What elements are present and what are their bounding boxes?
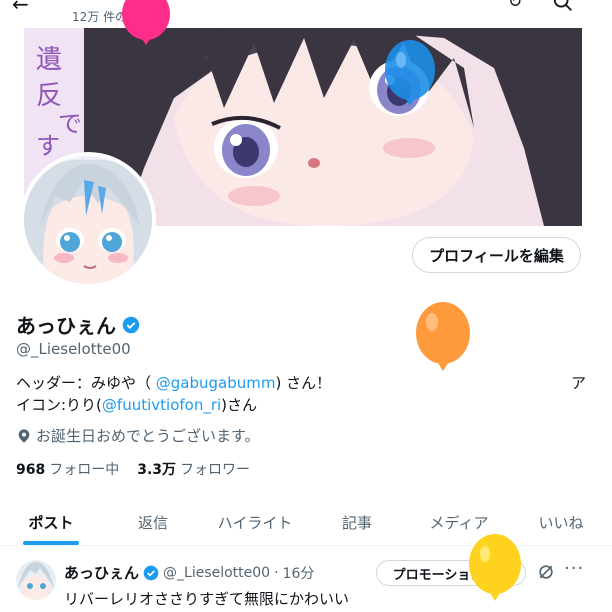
verified-badge-icon[interactable] bbox=[122, 316, 140, 334]
post-count: 12万 件のポスト bbox=[72, 10, 164, 24]
top-bar: ← 12万 件のポスト ↻ bbox=[0, 0, 612, 28]
location-pin-icon bbox=[18, 428, 30, 443]
tab-posts[interactable]: ポスト bbox=[0, 500, 102, 545]
tab-replies[interactable]: 返信 bbox=[102, 500, 204, 545]
profile-tabs: ポスト 返信 ハイライト 記事 メディア いいね bbox=[0, 500, 612, 546]
verified-badge-icon bbox=[143, 565, 159, 580]
follow-stats: 968 フォロー中 3.3万 フォロワー bbox=[16, 459, 250, 479]
followers-label: フォロワー bbox=[180, 462, 251, 478]
profile-display-name: あっひぇん bbox=[16, 310, 140, 339]
tab-articles[interactable]: 記事 bbox=[306, 500, 408, 545]
bio-link-icon-artist[interactable]: @fuutivtiofon_ri bbox=[102, 396, 221, 414]
tweet-avatar[interactable] bbox=[16, 560, 56, 600]
bio-link-header-artist[interactable]: @gabugabumm bbox=[156, 374, 276, 392]
tab-label: 返信 bbox=[137, 514, 168, 532]
tab-label: ハイライト bbox=[217, 514, 293, 532]
tweet-author-handle[interactable]: @_Lieselotte00 bbox=[163, 565, 270, 581]
tab-label: メディア bbox=[429, 514, 489, 532]
followers-link[interactable]: 3.3万 フォロワー bbox=[137, 459, 250, 479]
display-name-text: あっひぇん bbox=[16, 314, 116, 338]
grok-icon[interactable] bbox=[536, 562, 556, 582]
search-icon[interactable] bbox=[552, 0, 574, 13]
svg-text:反: 反 bbox=[36, 81, 62, 111]
promote-button[interactable]: プロモーションする bbox=[376, 560, 526, 586]
profile-bio: ヘッダー：みゆや（ @gabugabumm) さん！ ア イコン:りり(@fuu… bbox=[16, 372, 586, 416]
more-options-icon[interactable]: ··· bbox=[564, 558, 584, 579]
tab-label: 記事 bbox=[341, 514, 372, 532]
following-label: フォロー中 bbox=[49, 462, 120, 478]
tweet-author-name[interactable]: あっひぇん bbox=[64, 562, 139, 583]
separator-dot: · bbox=[274, 564, 279, 581]
bio-text: イコン:りり( bbox=[16, 396, 102, 414]
following-count: 968 bbox=[16, 462, 46, 478]
svg-text:す: す bbox=[36, 132, 60, 160]
tab-likes[interactable]: いいね bbox=[510, 500, 612, 545]
tab-media[interactable]: メディア bbox=[408, 500, 510, 545]
profile-birthday: お誕生日おめでとうございます。 bbox=[16, 425, 260, 446]
tweet-item[interactable]: あっひぇん @_Lieselotte00 · 16分 プロモーションする ···… bbox=[0, 548, 612, 612]
bio-text: ア bbox=[570, 374, 586, 392]
bio-text: ヘッダー：みゆや（ bbox=[16, 374, 156, 392]
tweet-header: あっひぇん @_Lieselotte00 · 16分 bbox=[64, 562, 314, 583]
tweet-timestamp[interactable]: 16分 bbox=[283, 563, 315, 583]
refresh-icon[interactable]: ↻ bbox=[508, 0, 522, 12]
following-link[interactable]: 968 フォロー中 bbox=[16, 459, 119, 479]
tab-label: いいね bbox=[538, 514, 584, 532]
followers-count: 3.3万 bbox=[137, 462, 177, 478]
svg-text:で: で bbox=[58, 110, 82, 138]
profile-handle: @_Lieselotte00 bbox=[16, 340, 131, 358]
profile-avatar[interactable] bbox=[20, 152, 156, 288]
orange-balloon-icon bbox=[416, 302, 470, 371]
active-tab-indicator bbox=[23, 541, 79, 545]
arrow-left-icon[interactable]: ← bbox=[12, 0, 29, 16]
edit-profile-button[interactable]: プロフィールを編集 bbox=[412, 237, 581, 273]
tab-label: ポスト bbox=[28, 514, 74, 532]
birthday-text: お誕生日おめでとうございます。 bbox=[36, 427, 260, 445]
tab-highlights[interactable]: ハイライト bbox=[204, 500, 306, 545]
bio-text: )さん bbox=[221, 396, 258, 414]
tweet-text: リバーレリオささりすぎて無限にかわいい bbox=[64, 590, 350, 608]
bio-text: ) さん！ bbox=[275, 374, 332, 392]
svg-text:遺: 遺 bbox=[36, 45, 62, 75]
